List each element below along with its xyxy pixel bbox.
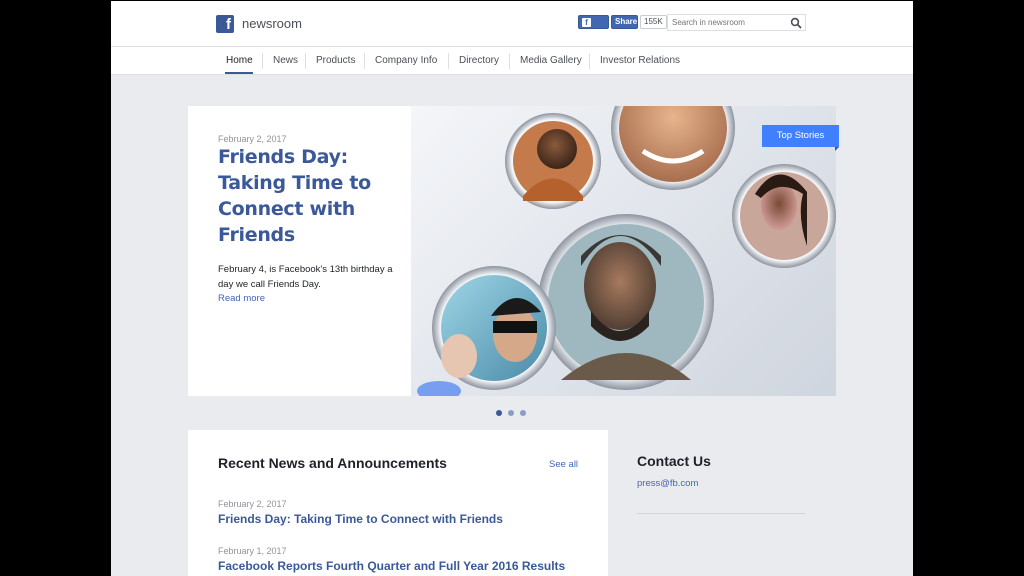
search-input[interactable] [668,15,786,30]
read-more-link[interactable]: Read more [218,293,265,304]
divider [637,513,805,514]
like-button-label: Like [582,29,599,38]
browser-viewport: f newsroom f Like Share 155K Home News Pr… [111,1,913,576]
share-button-label: Share [615,17,638,26]
facebook-mini-icon: f [582,18,591,27]
news-item-date: February 2, 2017 [218,499,287,509]
hero-title[interactable]: Friends Day: Taking Time to Connect with… [218,144,398,248]
carousel-dot-3[interactable] [520,410,526,416]
hero-carousel: February 2, 2017 Friends Day: Taking Tim… [188,106,836,396]
hero-date: February 2, 2017 [218,134,287,144]
recent-news-card: Recent News and Announcements See all Fe… [188,430,608,576]
share-count-badge: 155K [640,15,667,29]
nav-news[interactable]: News [273,47,298,75]
nav-divider [364,53,365,69]
see-all-link[interactable]: See all [549,459,578,470]
news-item-title[interactable]: Facebook Reports Fourth Quarter and Full… [218,559,565,573]
carousel-dot-1[interactable] [496,410,502,416]
nav-directory[interactable]: Directory [459,47,499,75]
search-box [667,14,806,31]
nav-products[interactable]: Products [316,47,355,75]
news-item-date: February 1, 2017 [218,546,287,556]
top-stories-badge: Top Stories [762,125,839,147]
hero-story: February 2, 2017 Friends Day: Taking Tim… [188,106,411,396]
share-button[interactable]: Share [611,15,638,29]
nav-company-info[interactable]: Company Info [375,47,437,75]
recent-news-heading: Recent News and Announcements [218,455,447,471]
news-item-title[interactable]: Friends Day: Taking Time to Connect with… [218,512,503,526]
hero-image[interactable] [411,106,836,396]
nav-active-indicator [225,72,253,74]
site-header: f newsroom f Like Share 155K [111,1,913,47]
hero-summary: February 4, is Facebook's 13th birthday … [218,264,393,290]
nav-media-gallery[interactable]: Media Gallery [520,47,582,75]
search-icon[interactable] [790,17,802,29]
nav-home[interactable]: Home [226,47,253,75]
badge-fold [835,147,839,151]
facebook-logo-icon[interactable]: f [216,15,234,33]
nav-divider [589,53,590,69]
contact-email-link[interactable]: press@fb.com [637,478,698,489]
carousel-dot-2[interactable] [508,410,514,416]
like-button[interactable]: f Like [578,15,609,38]
newsroom-brand[interactable]: newsroom [242,16,302,31]
nav-investor-relations[interactable]: Investor Relations [600,47,680,75]
nav-divider [262,53,263,69]
nav-divider [448,53,449,69]
contact-heading: Contact Us [637,453,711,469]
nav-divider [305,53,306,69]
nav-divider [509,53,510,69]
main-nav: Home News Products Company Info Director… [111,47,913,75]
friends-photo-collage [417,106,836,396]
